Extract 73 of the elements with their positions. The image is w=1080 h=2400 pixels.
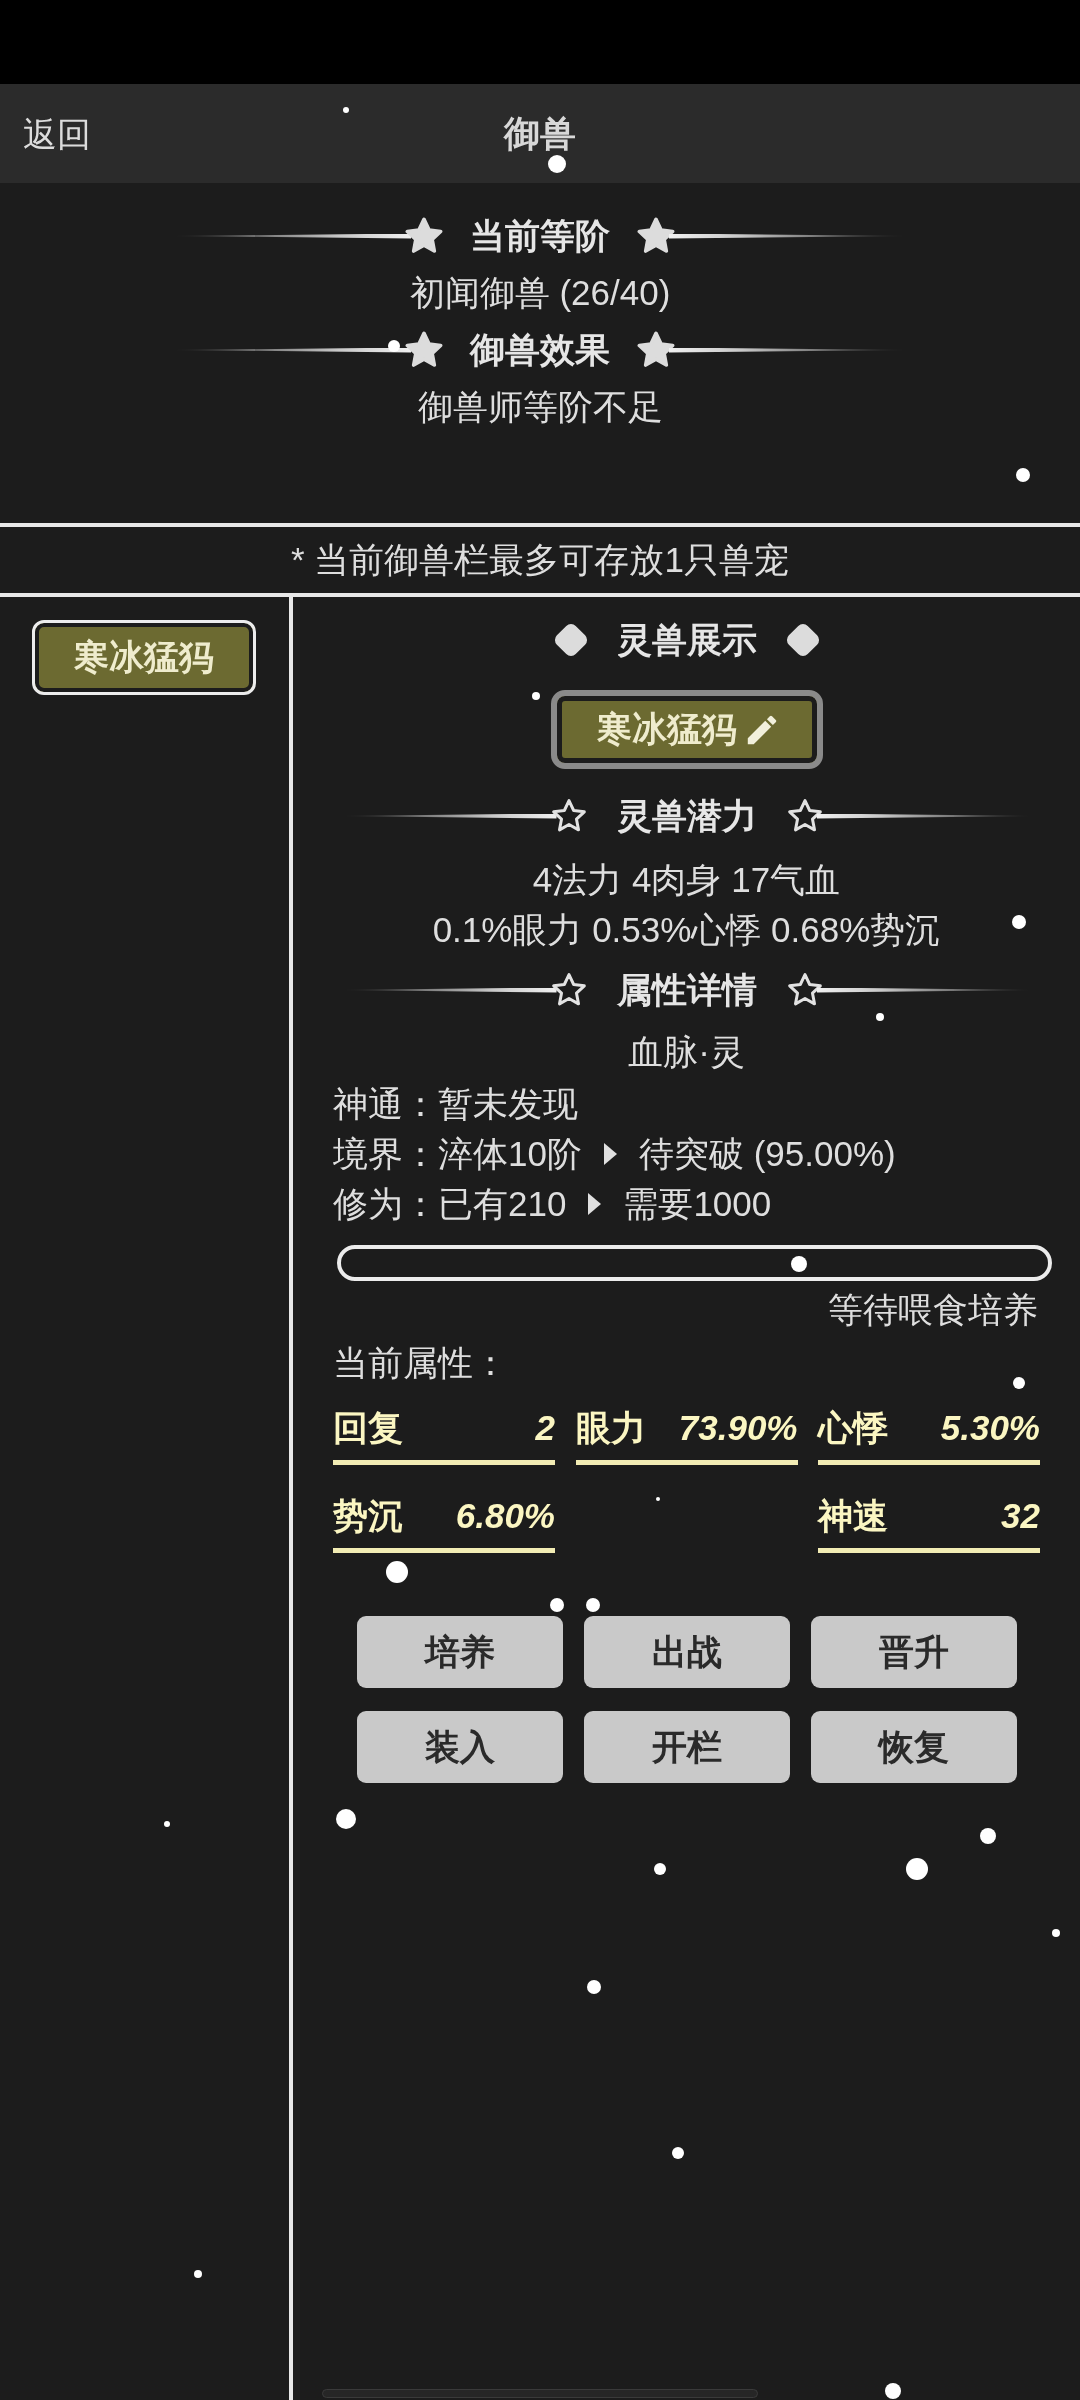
action-button[interactable]: 装入 xyxy=(356,1711,563,1783)
star-icon xyxy=(637,217,675,255)
stat-value: 6.80% xyxy=(455,1495,555,1537)
pencil-icon xyxy=(746,714,777,745)
snow-dot xyxy=(550,1598,564,1612)
stat-label: 回复 xyxy=(333,1407,403,1449)
action-button[interactable]: 出战 xyxy=(583,1616,790,1688)
snow-dot xyxy=(672,2147,684,2159)
star-icon xyxy=(405,331,443,369)
stat-value: 2 xyxy=(535,1407,555,1449)
section-heading: 当前等阶 xyxy=(470,215,610,257)
progress-caption: 等待喂食培养 xyxy=(828,1289,1038,1331)
snow-dot xyxy=(1012,915,1026,929)
attributes-title: 当前属性： xyxy=(333,1342,508,1384)
snow-dot xyxy=(386,1561,408,1583)
stat-label: 心悸 xyxy=(818,1407,888,1449)
star-outline-icon xyxy=(786,798,823,834)
snow-dot xyxy=(1016,468,1030,482)
info-value: 已有210 xyxy=(438,1183,567,1225)
snow-dot xyxy=(532,692,540,700)
snow-dot xyxy=(876,1013,884,1021)
notice-text: * 当前御兽栏最多可存放1只兽宠 xyxy=(291,539,789,581)
snow-dot xyxy=(885,2383,901,2399)
action-button[interactable]: 开栏 xyxy=(583,1711,790,1783)
stat-label: 神速 xyxy=(818,1495,888,1537)
section-heading: 御兽效果 xyxy=(470,329,610,371)
stat-label: 势沉 xyxy=(333,1495,403,1537)
snow-dot xyxy=(1052,1929,1060,1937)
snow-dot xyxy=(164,1821,170,1827)
section-heading: 属性详情 xyxy=(616,969,757,1011)
snow-dot xyxy=(1013,1377,1025,1389)
star-icon xyxy=(405,217,443,255)
info-label: 修为： xyxy=(333,1183,438,1225)
rank-text: 御兽师等阶不足 xyxy=(417,386,663,428)
snow-dot xyxy=(388,340,400,352)
rank-text: 初闻御兽 (26/40) xyxy=(409,272,671,314)
snow-dot xyxy=(343,107,349,113)
stat-value: 32 xyxy=(1001,1495,1040,1537)
caret-right-icon xyxy=(603,1143,617,1165)
page-title: 御兽 xyxy=(504,111,576,156)
action-button[interactable]: 晋升 xyxy=(810,1616,1017,1688)
snow-dot xyxy=(906,1858,928,1880)
info-label: 神通： xyxy=(333,1083,438,1125)
potential-text: 0.1%眼力 0.53%心悸 0.68%势沉 xyxy=(432,909,941,951)
section-heading: 灵兽潜力 xyxy=(616,795,757,837)
snow-dot xyxy=(656,1497,660,1501)
snow-dot xyxy=(586,1598,600,1612)
snow-dot xyxy=(980,1828,996,1844)
info-value: 暂未发现 xyxy=(438,1083,578,1125)
beast-list-item[interactable]: 寒冰猛犸 xyxy=(32,620,256,695)
stat-value: 73.90% xyxy=(678,1407,798,1449)
caret-right-icon xyxy=(588,1193,602,1215)
info-value: 待突破 (95.00%) xyxy=(638,1133,896,1175)
snow-dot xyxy=(654,1863,666,1875)
stat-label: 眼力 xyxy=(575,1407,646,1449)
star-icon xyxy=(637,331,675,369)
star-outline-icon xyxy=(550,798,587,834)
snow-dot xyxy=(194,2270,202,2278)
action-button[interactable]: 恢复 xyxy=(810,1711,1017,1783)
info-value: 需要1000 xyxy=(623,1183,772,1225)
back-button[interactable]: 返回 xyxy=(23,111,91,156)
action-button[interactable]: 培养 xyxy=(356,1616,563,1688)
stat-value: 5.30% xyxy=(940,1407,1040,1449)
bloodline-text: 血脉·灵 xyxy=(628,1031,745,1073)
star-outline-icon xyxy=(550,972,587,1008)
snow-dot xyxy=(587,1980,601,1994)
info-label: 境界： xyxy=(333,1133,438,1175)
star-outline-icon xyxy=(786,972,823,1008)
potential-text: 4法力 4肉身 17气血 xyxy=(532,859,841,901)
info-value: 淬体10阶 xyxy=(438,1133,582,1175)
section-heading: 灵兽展示 xyxy=(616,619,757,661)
beast-name-button[interactable]: 寒冰猛犸 xyxy=(550,690,823,769)
snow-dot xyxy=(336,1809,356,1829)
